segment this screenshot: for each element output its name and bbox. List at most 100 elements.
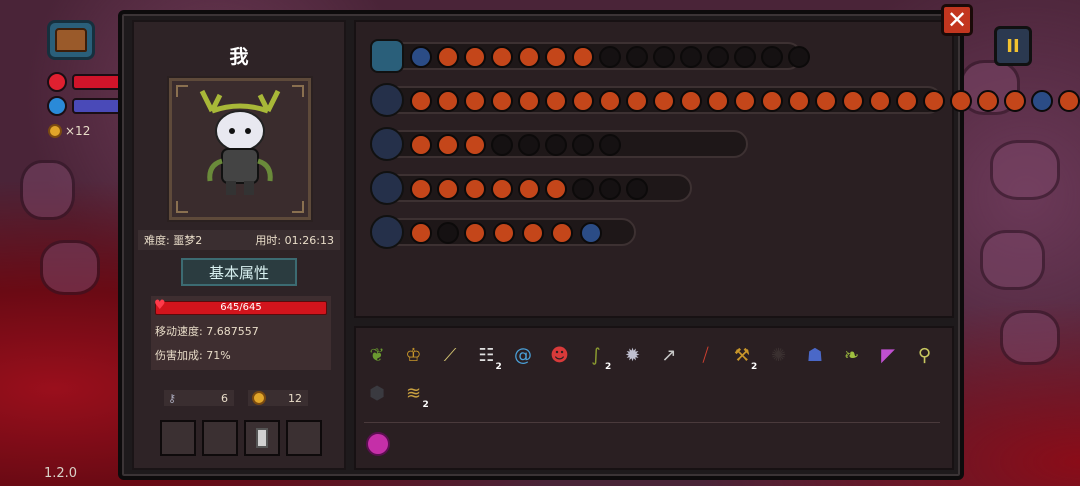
damage-bonus-stat: 伤害加成: 71% [155,349,231,362]
empty-upgrade-slot[interactable] [437,222,459,244]
difficulty-time-row: 难度: 噩梦2 用时: 01:26:13 [138,230,340,250]
empty-upgrade-slot[interactable] [626,178,648,200]
upgrade-slot-icon[interactable] [518,90,540,112]
equipment-slot[interactable] [160,420,196,456]
upgrade-slot-icon[interactable] [869,90,891,112]
upgrade-slot-icon[interactable] [410,222,432,244]
empty-upgrade-slot[interactable] [707,46,729,68]
stats-box: ♥ 645/645 移动速度: 7.687557 伤害加成: 71% [151,296,331,370]
upgrade-slot-icon[interactable] [437,90,459,112]
equipment-slot[interactable] [244,420,280,456]
axe-icon[interactable] [370,215,404,249]
upgrade-slot-icon[interactable] [410,90,432,112]
empty-upgrade-slot[interactable] [572,134,594,156]
upgrade-slot-icon[interactable] [545,90,567,112]
upgrade-slot-icon[interactable] [977,90,999,112]
upgrade-slot-icon[interactable] [545,46,567,68]
empty-upgrade-slot[interactable] [680,46,702,68]
rainbow-icon[interactable]: ◤ [875,342,901,368]
upgrade-slot-icon[interactable] [437,46,459,68]
swirl-icon[interactable]: @ [510,342,536,368]
upgrade-slot-icon[interactable] [788,90,810,112]
version-label: 1.2.0 [44,466,78,481]
upgrade-slot-icon[interactable] [464,178,486,200]
scroll-icon[interactable]: ⧸ [693,342,719,368]
upgrade-slot-icon[interactable] [572,90,594,112]
upgrade-slot-icon[interactable] [464,46,486,68]
upgrade-slot-icon[interactable] [761,90,783,112]
empty-upgrade-slot[interactable] [626,46,648,68]
empty-upgrade-slot[interactable] [653,46,675,68]
empty-upgrade-slot[interactable] [761,46,783,68]
upgrade-slot-icon[interactable] [950,90,972,112]
upgrade-slot-icon[interactable] [518,46,540,68]
upgrade-slot-icon[interactable] [599,90,621,112]
empty-upgrade-slot[interactable] [788,46,810,68]
demon-icon[interactable]: ☻ [547,342,573,368]
empty-upgrade-slot[interactable] [734,46,756,68]
upgrade-slot-icon[interactable] [491,90,513,112]
upgrade-slot-icon[interactable] [896,90,918,112]
upgrade-slot-icon[interactable] [410,46,432,68]
upgrade-slot-icon[interactable] [437,178,459,200]
empty-upgrade-slot[interactable] [599,178,621,200]
upgrade-slot-icon[interactable] [580,222,602,244]
upgrade-slot-icon[interactable] [1004,90,1026,112]
upgrade-slot-icon[interactable] [464,90,486,112]
upgrade-slot-icon[interactable] [734,90,756,112]
upgrade-slot-icon[interactable] [545,178,567,200]
upgrade-slot-icon[interactable] [551,222,573,244]
upgrade-slot-icon[interactable] [437,134,459,156]
upgrade-slot-icon[interactable] [815,90,837,112]
shield-icon[interactable]: ✺ [766,342,792,368]
empty-upgrade-slot[interactable] [518,134,540,156]
spear-icon[interactable]: ↗ [656,342,682,368]
upgrade-slot-icon[interactable] [518,178,540,200]
feather-icon[interactable]: ⟋ [437,342,463,368]
weapon-row [372,218,636,246]
herb-icon[interactable]: ❧ [839,342,865,368]
chest-icon[interactable] [370,39,404,73]
empty-upgrade-slot[interactable] [572,178,594,200]
upgrade-slot-icon[interactable] [1058,90,1080,112]
weapon-row [372,86,1080,114]
staff-icon[interactable] [370,83,404,117]
upgrade-slot-icon[interactable] [410,134,432,156]
spear-icon[interactable] [370,127,404,161]
upgrade-slot-icon[interactable] [464,134,486,156]
magnifier-icon[interactable]: ⚲ [912,342,938,368]
leaf-icon[interactable]: ❦ [364,342,390,368]
basic-attributes-button[interactable]: 基本属性 [181,258,297,286]
upgrade-slot-icon[interactable] [680,90,702,112]
upgrade-slot-icon[interactable] [653,90,675,112]
empty-upgrade-slot[interactable] [599,46,621,68]
empty-upgrade-slot[interactable] [545,134,567,156]
upgrade-slot-icon[interactable] [410,178,432,200]
equipment-slot[interactable] [286,420,322,456]
empty-upgrade-slot[interactable] [599,134,621,156]
crest-icon[interactable]: ✹ [620,342,646,368]
upgrade-slot-icon[interactable] [842,90,864,112]
upgrade-slot-icon[interactable] [491,46,513,68]
move-speed-stat: 移动速度: 7.687557 [155,325,259,338]
upgrade-slot-icon[interactable] [491,178,513,200]
upgrade-slot-icon[interactable] [464,222,486,244]
chest-icon [55,28,87,52]
equipment-slot[interactable] [202,420,238,456]
upgrade-slot-icon[interactable] [493,222,515,244]
stone-icon[interactable]: ⬢ [364,380,390,406]
upgrade-slot-icon[interactable] [707,90,729,112]
inventory-chest-button[interactable] [47,20,95,60]
curse-icon[interactable] [366,432,390,456]
trophy-icon[interactable]: ♔ [401,342,427,368]
upgrade-slot-icon[interactable] [923,90,945,112]
wand-icon[interactable] [370,171,404,205]
upgrade-slot-icon[interactable] [572,46,594,68]
close-button[interactable]: ✕ [941,4,973,36]
empty-upgrade-slot[interactable] [491,134,513,156]
upgrade-slot-icon[interactable] [1031,90,1053,112]
pause-button[interactable]: II [994,26,1032,66]
upgrade-slot-icon[interactable] [626,90,648,112]
upgrade-slot-icon[interactable] [522,222,544,244]
beetle-icon[interactable]: ☗ [802,342,828,368]
